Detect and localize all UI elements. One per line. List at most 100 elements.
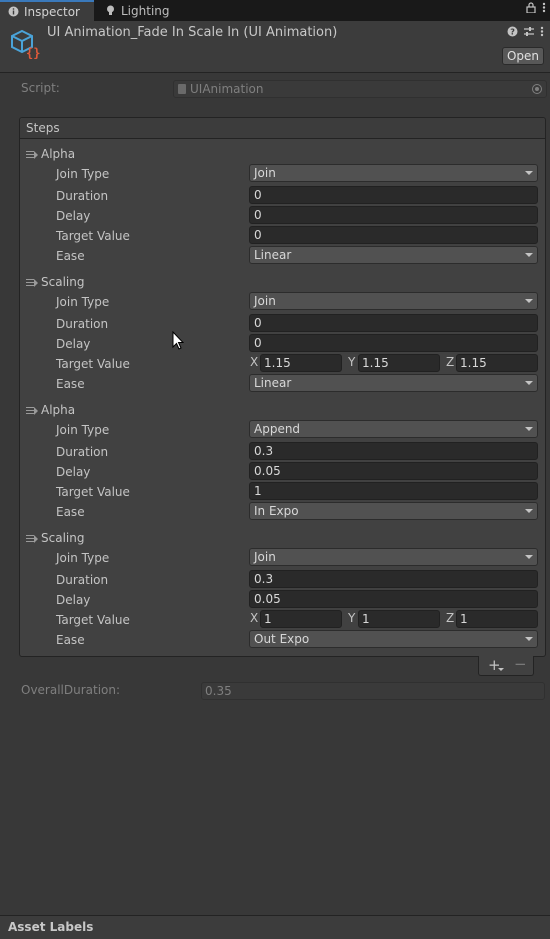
steps-list: Steps Alpha Join Type Join Duration 0 De… xyxy=(19,117,546,657)
duration-field[interactable]: 0 xyxy=(249,314,538,332)
delay-label: Delay xyxy=(56,465,91,479)
ease-label: Ease xyxy=(56,633,85,647)
y-field[interactable]: 1 xyxy=(358,610,440,628)
drag-handle-icon[interactable] xyxy=(26,407,38,415)
y-field[interactable]: 1.15 xyxy=(358,354,440,372)
tab-lighting[interactable]: Lighting xyxy=(97,0,183,21)
duration-field[interactable]: 0 xyxy=(249,186,538,204)
ease-dropdown[interactable]: In Expo xyxy=(249,502,538,520)
overall-duration-row: OverallDuration: 0.35 xyxy=(0,681,550,701)
chevron-down-icon xyxy=(525,171,533,175)
z-field[interactable]: 1.15 xyxy=(456,354,538,372)
ease-dropdown[interactable]: Linear xyxy=(249,374,538,392)
drag-handle-icon[interactable] xyxy=(26,151,38,159)
join-type-label: Join Type xyxy=(56,551,110,565)
target-value-vector: X 1 Y 1 Z 1 xyxy=(249,610,538,628)
target-value-field[interactable]: 1 xyxy=(249,482,538,500)
duration-field[interactable]: 0.3 xyxy=(249,570,538,588)
chevron-down-icon xyxy=(525,637,533,641)
object-picker-icon[interactable] xyxy=(532,84,542,94)
svg-text:{}: {} xyxy=(26,46,40,59)
duration-label: Duration xyxy=(56,445,109,459)
join-type-label: Join Type xyxy=(56,423,110,437)
x-axis-label[interactable]: X xyxy=(250,611,258,625)
preset-icon[interactable] xyxy=(523,26,535,37)
target-value-label: Target Value xyxy=(56,613,130,627)
asset-labels-title: Asset Labels xyxy=(8,920,94,934)
drag-handle-icon[interactable] xyxy=(26,535,38,543)
help-icon[interactable]: ? xyxy=(507,26,518,37)
scriptable-object-icon: {} xyxy=(11,29,40,59)
join-type-dropdown[interactable]: Append xyxy=(249,420,538,438)
add-step-button[interactable]: + xyxy=(488,656,504,674)
lock-icon[interactable] xyxy=(526,2,536,13)
target-value-field[interactable]: 0 xyxy=(249,226,538,244)
join-type-dropdown[interactable]: Join xyxy=(249,164,538,182)
delay-field[interactable]: 0 xyxy=(249,206,538,224)
join-type-value: Join xyxy=(254,294,276,308)
delay-field[interactable]: 0.05 xyxy=(249,590,538,608)
duration-label: Duration xyxy=(56,317,109,331)
script-value: UIAnimation xyxy=(190,82,264,96)
steps-title: Steps xyxy=(26,121,60,135)
step-title[interactable]: Alpha xyxy=(41,147,75,161)
more-options-icon[interactable] xyxy=(540,26,544,37)
step-title[interactable]: Alpha xyxy=(41,403,75,417)
tab-label: Inspector xyxy=(24,4,80,19)
delay-label: Delay xyxy=(56,593,91,607)
join-type-dropdown[interactable]: Join xyxy=(249,292,538,310)
z-axis-label[interactable]: Z xyxy=(446,611,454,625)
ease-value: Linear xyxy=(254,376,292,390)
script-field[interactable]: UIAnimation xyxy=(173,80,547,98)
page-title: UI Animation_Fade In Scale In (UI Animat… xyxy=(47,25,338,40)
inspector-header: {} UI Animation_Fade In Scale In (UI Ani… xyxy=(0,21,550,73)
ease-value: Linear xyxy=(254,248,292,262)
join-type-value: Join xyxy=(254,166,276,180)
ease-label: Ease xyxy=(56,377,85,391)
ease-dropdown[interactable]: Linear xyxy=(249,246,538,264)
target-value-vector: X 1.15 Y 1.15 Z 1.15 xyxy=(249,354,538,372)
steps-header[interactable]: Steps xyxy=(20,118,545,139)
chevron-down-icon xyxy=(525,555,533,559)
delay-field[interactable]: 0 xyxy=(249,334,538,352)
drag-handle-icon[interactable] xyxy=(26,279,38,287)
ease-dropdown[interactable]: Out Expo xyxy=(249,630,538,648)
remove-step-button[interactable]: − xyxy=(514,655,527,673)
overall-duration-label: OverallDuration: xyxy=(21,683,121,697)
z-axis-label[interactable]: Z xyxy=(446,355,454,369)
tab-bar: Inspector Lighting xyxy=(0,0,550,21)
x-field[interactable]: 1.15 xyxy=(260,354,342,372)
step-title[interactable]: Scaling xyxy=(41,531,84,545)
join-type-value: Append xyxy=(254,422,301,436)
tab-bar-controls xyxy=(526,2,546,13)
chevron-down-icon xyxy=(525,253,533,257)
x-field[interactable]: 1 xyxy=(260,610,342,628)
tab-label: Lighting xyxy=(121,3,170,18)
info-icon xyxy=(8,6,19,17)
ease-label: Ease xyxy=(56,249,85,263)
duration-label: Duration xyxy=(56,189,109,203)
chevron-down-icon xyxy=(525,381,533,385)
target-value-label: Target Value xyxy=(56,485,130,499)
more-options-icon[interactable] xyxy=(542,2,546,13)
x-axis-label[interactable]: X xyxy=(250,355,258,369)
delay-field[interactable]: 0.05 xyxy=(249,462,538,480)
duration-label: Duration xyxy=(56,573,109,587)
z-field[interactable]: 1 xyxy=(456,610,538,628)
join-type-dropdown[interactable]: Join xyxy=(249,548,538,566)
header-controls: ? xyxy=(507,26,544,37)
ease-value: Out Expo xyxy=(254,632,310,646)
delay-label: Delay xyxy=(56,337,91,351)
y-axis-label[interactable]: Y xyxy=(348,355,355,369)
duration-field[interactable]: 0.3 xyxy=(249,442,538,460)
open-button[interactable]: Open xyxy=(502,47,544,65)
join-type-label: Join Type xyxy=(56,167,110,181)
asset-labels-bar[interactable]: Asset Labels xyxy=(0,915,550,939)
list-footer: + − xyxy=(478,655,534,676)
y-axis-label[interactable]: Y xyxy=(348,611,355,625)
chevron-down-icon xyxy=(525,299,533,303)
target-value-label: Target Value xyxy=(56,357,130,371)
tab-inspector[interactable]: Inspector xyxy=(0,0,94,21)
ease-value: In Expo xyxy=(254,504,299,518)
step-title[interactable]: Scaling xyxy=(41,275,84,289)
